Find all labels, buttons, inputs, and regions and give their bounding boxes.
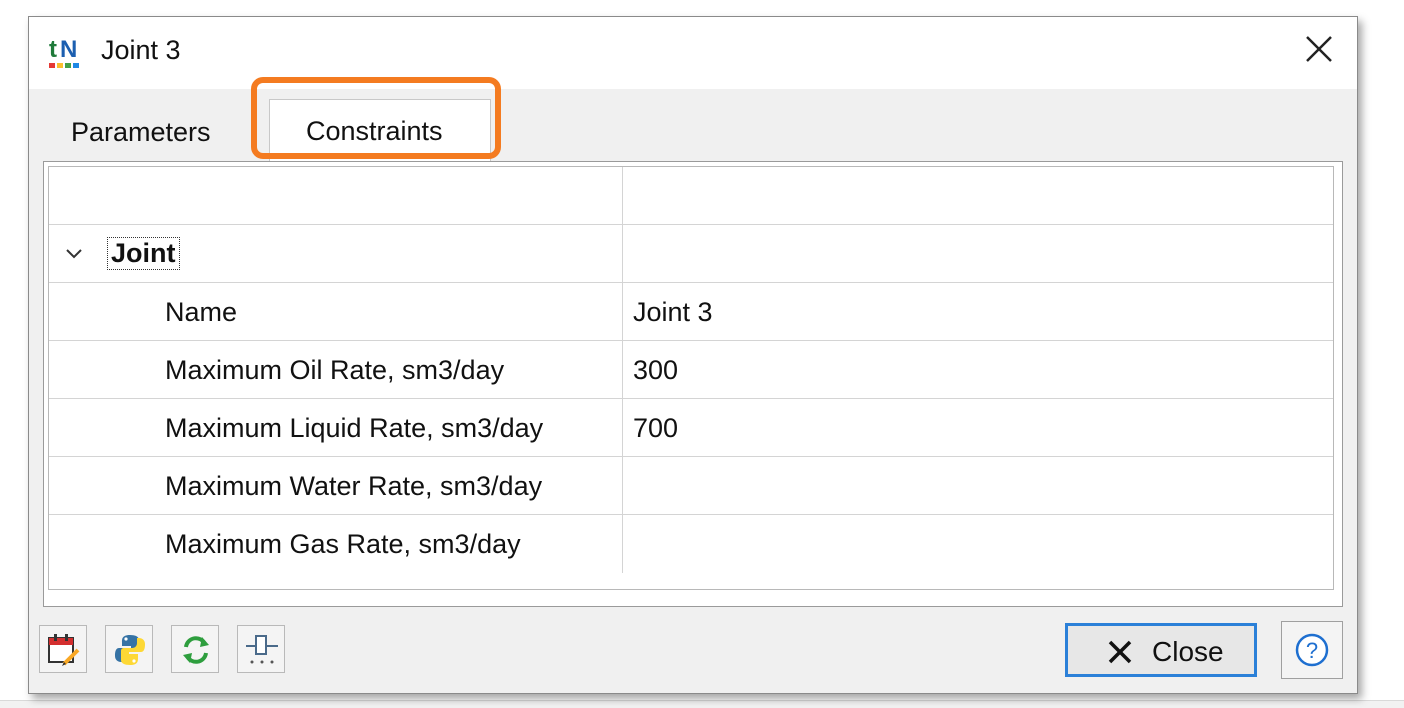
property-label: Maximum Oil Rate, sm3/day (165, 355, 505, 385)
slider-button[interactable] (237, 625, 285, 673)
property-label: Maximum Gas Rate, sm3/day (165, 529, 521, 559)
close-icon (1108, 640, 1132, 664)
refresh-button[interactable] (171, 625, 219, 673)
constraints-panel: Joint Name Joint 3 Maximum Oil Rate, sm3… (43, 161, 1343, 607)
property-label: Maximum Liquid Rate, sm3/day (165, 413, 544, 443)
column-divider (622, 399, 623, 456)
refresh-icon (183, 636, 209, 664)
window-title: Joint 3 (101, 35, 181, 65)
svg-text:?: ? (1306, 638, 1318, 663)
table-row[interactable]: Maximum Liquid Rate, sm3/day 700 (49, 399, 1333, 457)
calendar-edit-button[interactable] (39, 625, 87, 673)
table-row[interactable]: Maximum Oil Rate, sm3/day 300 (49, 341, 1333, 399)
column-divider (622, 457, 623, 514)
property-grid: Joint Name Joint 3 Maximum Oil Rate, sm3… (48, 166, 1334, 590)
tab-constraints[interactable]: Constraints (269, 99, 491, 167)
help-icon: ? (1295, 633, 1329, 667)
tab-constraints-label: Constraints (306, 116, 443, 146)
background-strip (0, 700, 1404, 708)
table-row[interactable]: Maximum Water Rate, sm3/day (49, 457, 1333, 515)
column-divider (622, 283, 623, 340)
column-divider (622, 515, 623, 573)
tab-strip: Parameters Constraints (43, 97, 1343, 167)
tab-parameters[interactable]: Parameters (71, 117, 211, 148)
help-button[interactable]: ? (1281, 621, 1343, 679)
svg-text:N: N (60, 36, 77, 63)
python-icon (115, 635, 145, 665)
screen: t N Joint 3 Parameters Constraints Joint… (0, 0, 1404, 708)
property-value[interactable]: Joint 3 (633, 297, 713, 328)
property-label: Name (165, 297, 238, 327)
group-row-joint[interactable]: Joint (49, 225, 1333, 283)
svg-text:t: t (49, 36, 57, 63)
property-value[interactable]: 300 (633, 355, 678, 386)
close-button[interactable]: Close (1065, 623, 1257, 677)
title-bar: t N Joint 3 (29, 17, 1357, 89)
property-label: Maximum Water Rate, sm3/day (165, 471, 543, 501)
joint-dialog: t N Joint 3 Parameters Constraints Joint… (28, 16, 1358, 694)
chevron-down-icon[interactable] (63, 243, 85, 265)
column-divider (622, 167, 623, 224)
table-row[interactable]: Maximum Gas Rate, sm3/day (49, 515, 1333, 573)
dialog-footer: Close ? (29, 611, 1357, 693)
property-value[interactable]: 700 (633, 413, 678, 444)
slider-icon (246, 635, 278, 664)
column-divider (622, 341, 623, 398)
close-button-label: Close (1152, 636, 1224, 667)
group-label: Joint (107, 237, 180, 270)
calendar-edit-icon (48, 634, 80, 666)
column-divider (622, 225, 623, 282)
tnavigator-logo-icon: t N (49, 36, 79, 68)
python-button[interactable] (105, 625, 153, 673)
table-row[interactable]: Name Joint 3 (49, 283, 1333, 341)
close-icon[interactable] (1299, 29, 1339, 69)
header-row (49, 167, 1333, 225)
